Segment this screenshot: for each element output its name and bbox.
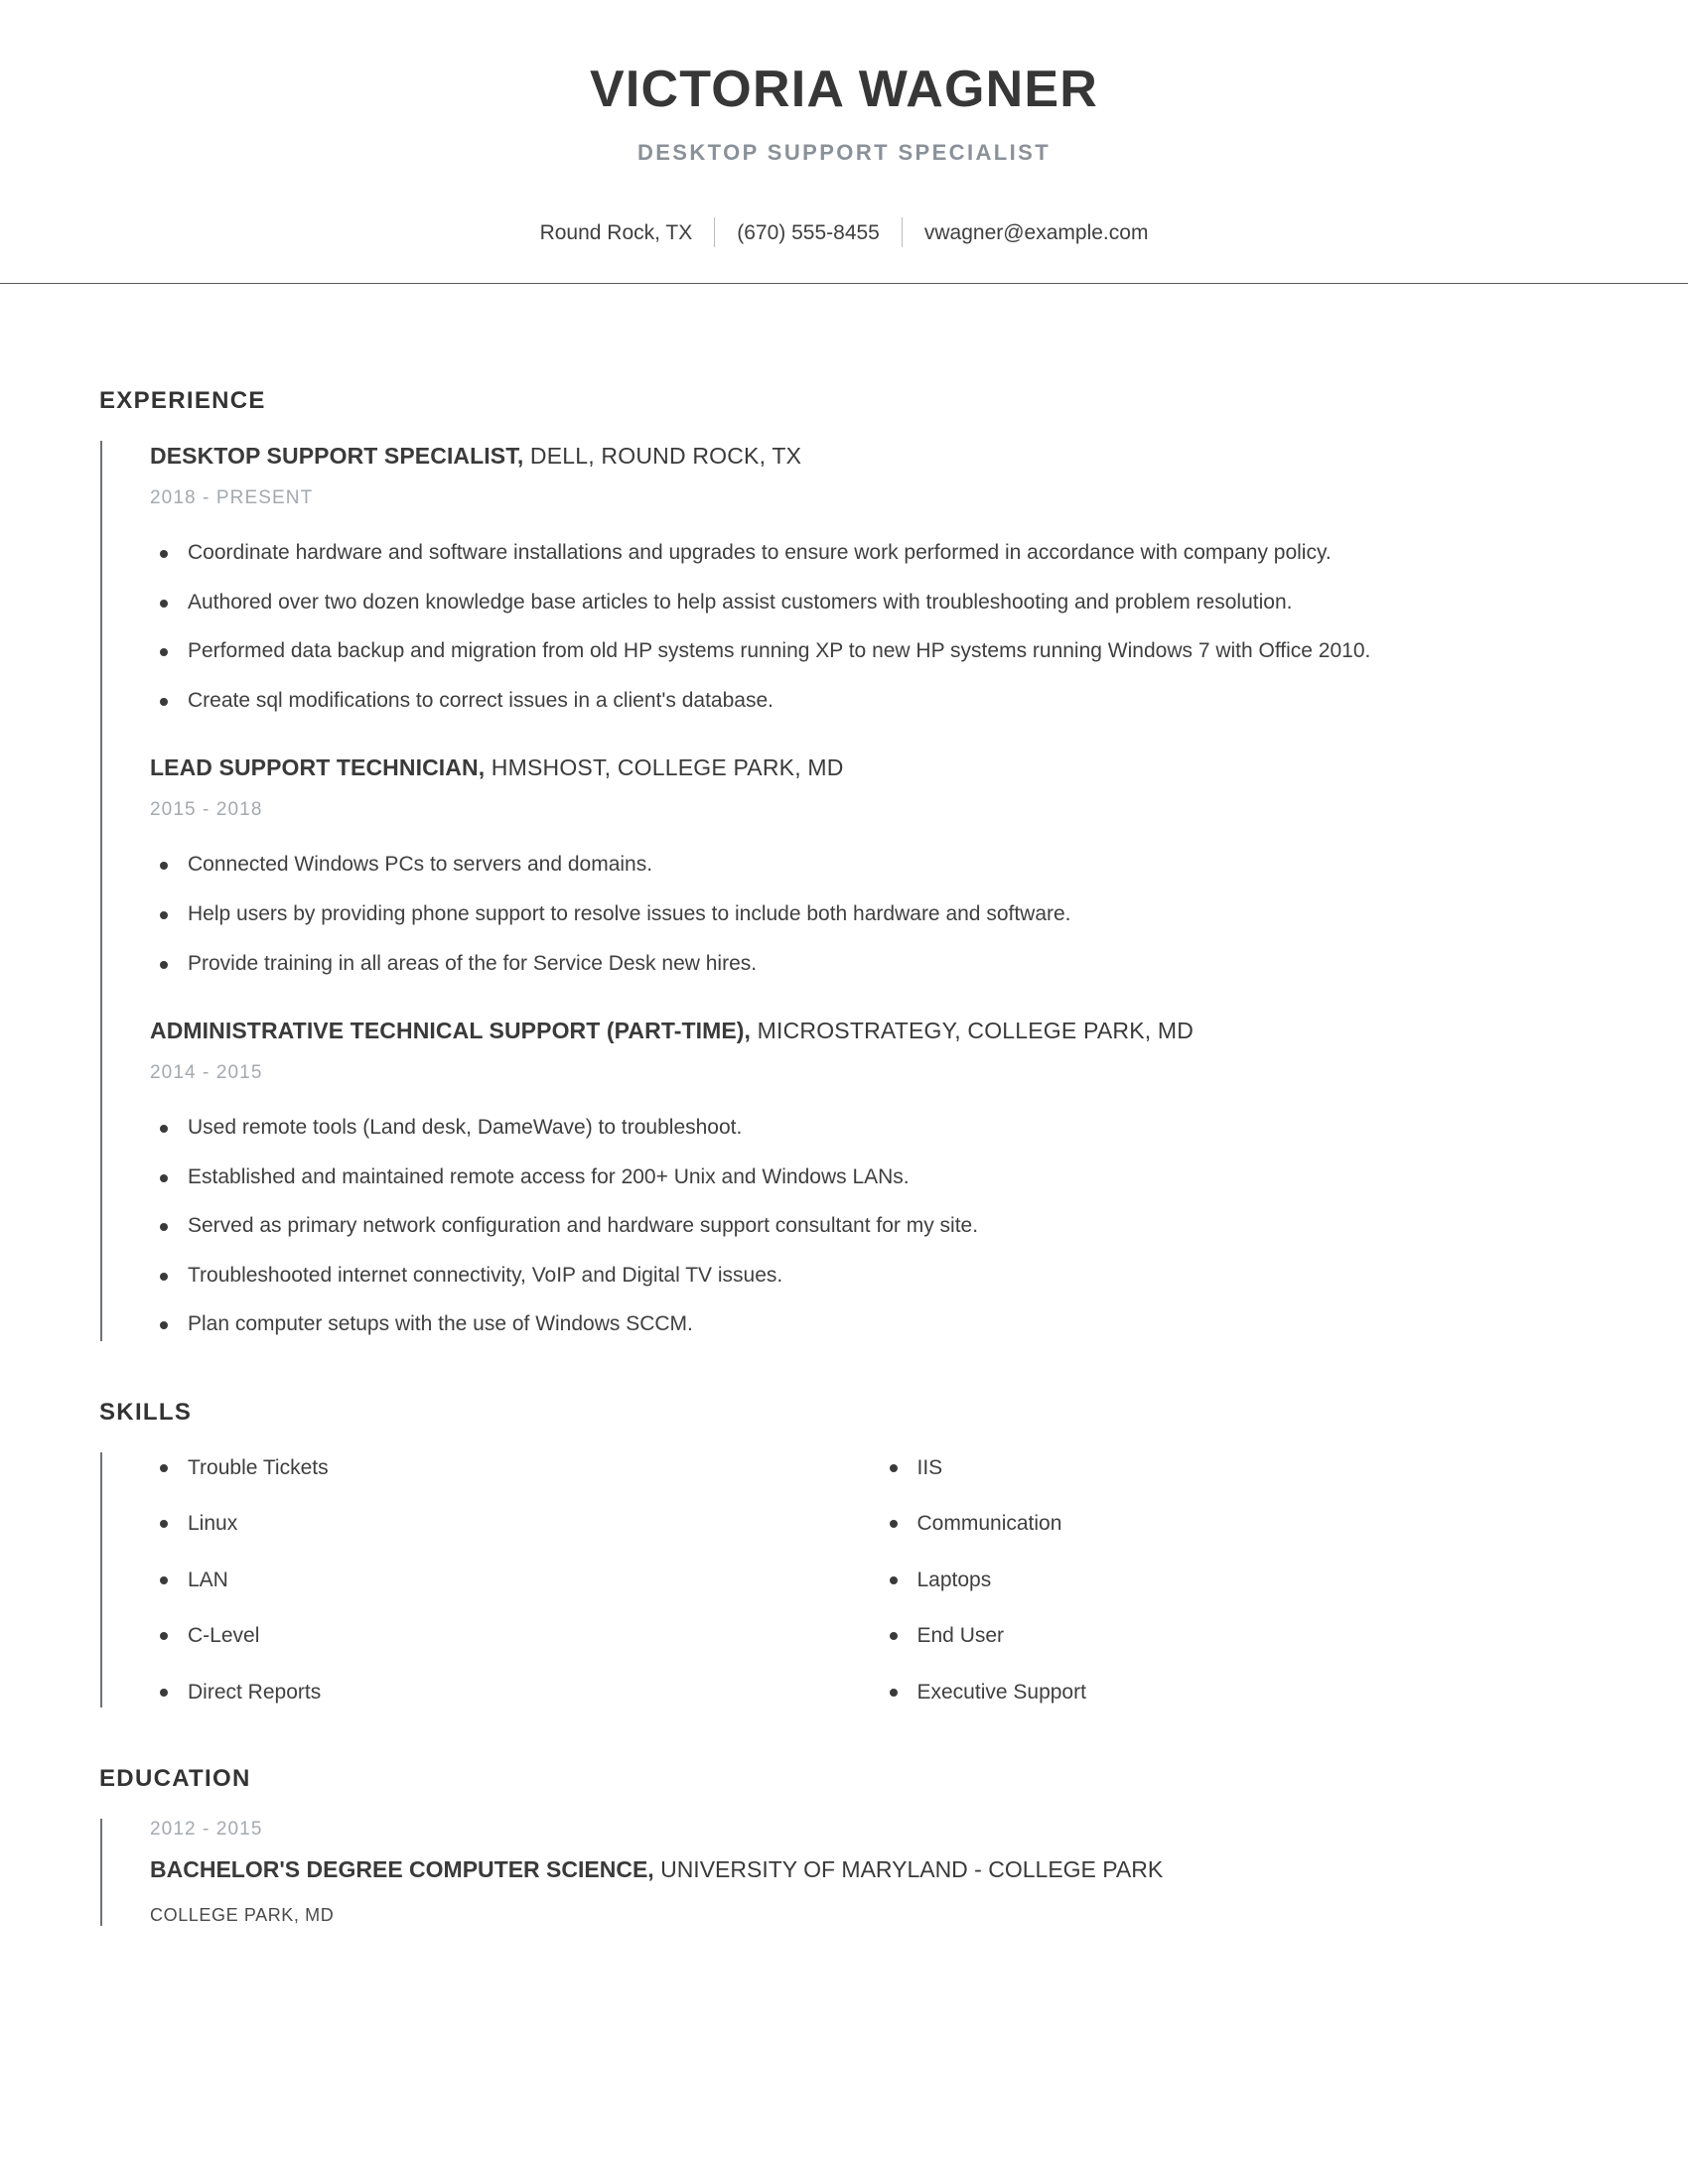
resume-header: VICTORIA WAGNER DESKTOP SUPPORT SPECIALI… [0, 0, 1688, 330]
experience-entry: LEAD SUPPORT TECHNICIAN, HMSHOST, COLLEG… [150, 752, 1589, 980]
list-item: Connected Windows PCs to servers and dom… [150, 849, 1589, 882]
experience-bullet-list: Connected Windows PCs to servers and dom… [150, 849, 1589, 980]
education-entry-heading: BACHELOR'S DEGREE COMPUTER SCIENCE, UNIV… [150, 1854, 1589, 1885]
section-title-experience: EXPERIENCE [99, 387, 266, 415]
experience-entry-heading: LEAD SUPPORT TECHNICIAN, HMSHOST, COLLEG… [150, 752, 1589, 783]
resume-content: EXPERIENCE DESKTOP SUPPORT SPECIALIST, D… [0, 387, 1688, 1995]
contact-phone: (670) 555-8455 [737, 220, 880, 244]
section-experience: EXPERIENCE DESKTOP SUPPORT SPECIALIST, D… [99, 387, 1589, 1341]
list-item: IIS [880, 1452, 1590, 1484]
education-entries: 2012 - 2015 BACHELOR'S DEGREE COMPUTER S… [100, 1819, 1589, 1927]
experience-dates: 2014 - 2015 [150, 1062, 263, 1084]
experience-organization: HMSHOST, COLLEGE PARK, MD [485, 754, 844, 781]
education-school: UNIVERSITY OF MARYLAND - COLLEGE PARK [653, 1856, 1164, 1883]
experience-entry: ADMINISTRATIVE TECHNICAL SUPPORT (PART-T… [150, 1016, 1589, 1341]
skills-column-right: IIS Communication Laptops End User Execu… [880, 1452, 1590, 1708]
list-item: Provide training in all areas of the for… [150, 948, 1589, 981]
education-degree: BACHELOR'S DEGREE COMPUTER SCIENCE, [150, 1856, 654, 1883]
list-item: Laptops [880, 1565, 1590, 1596]
list-item: Troubleshooted internet connectivity, Vo… [150, 1260, 1589, 1293]
experience-entry-heading: ADMINISTRATIVE TECHNICAL SUPPORT (PART-T… [150, 1016, 1589, 1046]
experience-organization: DELL, ROUND ROCK, TX [523, 443, 802, 470]
section-title-education: EDUCATION [99, 1765, 251, 1793]
list-item: Established and maintained remote access… [150, 1161, 1589, 1194]
experience-role: LEAD SUPPORT TECHNICIAN, [150, 754, 486, 781]
experience-entry: DESKTOP SUPPORT SPECIALIST, DELL, ROUND … [150, 441, 1589, 717]
list-item: Communication [880, 1508, 1590, 1540]
experience-bullet-list: Coordinate hardware and software install… [150, 537, 1589, 717]
experience-dates: 2015 - 2018 [150, 799, 263, 821]
list-item: Help users by providing phone support to… [150, 898, 1589, 931]
experience-entry-heading: DESKTOP SUPPORT SPECIALIST, DELL, ROUND … [150, 441, 1589, 472]
list-item: Performed data backup and migration from… [150, 635, 1589, 668]
education-entry: 2012 - 2015 BACHELOR'S DEGREE COMPUTER S… [150, 1819, 1589, 1926]
list-item: End User [880, 1620, 1590, 1652]
contact-location: Round Rock, TX [539, 220, 693, 244]
experience-organization: MICROSTRATEGY, COLLEGE PARK, MD [751, 1018, 1195, 1044]
skills-grid: Trouble Tickets Linux LAN C-Level Direct… [150, 1452, 1589, 1708]
contact-email: vwagner@example.com [923, 220, 1149, 244]
header-subtitle: DESKTOP SUPPORT SPECIALIST [636, 140, 1052, 166]
header-divider [0, 283, 1688, 285]
resume-page: VICTORIA WAGNER DESKTOP SUPPORT SPECIALI… [0, 0, 1688, 2184]
section-title-skills: SKILLS [99, 1398, 193, 1426]
list-item: Coordinate hardware and software install… [150, 537, 1589, 570]
experience-role: DESKTOP SUPPORT SPECIALIST, [150, 443, 524, 470]
experience-role: ADMINISTRATIVE TECHNICAL SUPPORT (PART-T… [150, 1018, 752, 1044]
experience-entries: DESKTOP SUPPORT SPECIALIST, DELL, ROUND … [100, 441, 1589, 1341]
list-item: LAN [150, 1565, 860, 1596]
experience-dates: 2018 - PRESENT [150, 487, 314, 509]
list-item: Trouble Tickets [150, 1452, 860, 1484]
list-item: Served as primary network configuration … [150, 1210, 1589, 1243]
list-item: Plan computer setups with the use of Win… [150, 1308, 1589, 1341]
list-item: C-Level [150, 1620, 860, 1652]
experience-bullet-list: Used remote tools (Land desk, DameWave) … [150, 1112, 1589, 1341]
list-item: Used remote tools (Land desk, DameWave) … [150, 1112, 1589, 1145]
list-item: Linux [150, 1508, 860, 1540]
contact-row: Round Rock, TX (670) 555-8455 vwagner@ex… [0, 217, 1688, 248]
section-education: EDUCATION 2012 - 2015 BACHELOR'S DEGREE … [99, 1765, 1589, 1995]
skills-body: Trouble Tickets Linux LAN C-Level Direct… [100, 1451, 1589, 1708]
page-title: VICTORIA WAGNER [589, 61, 1099, 118]
education-location: COLLEGE PARK, MD [150, 1905, 335, 1926]
list-item: Authored over two dozen knowledge base a… [150, 587, 1589, 619]
skills-column-left: Trouble Tickets Linux LAN C-Level Direct… [150, 1452, 860, 1708]
list-item: Executive Support [880, 1677, 1590, 1708]
section-skills: SKILLS Trouble Tickets Linux LAN C-Level… [99, 1399, 1589, 1708]
list-item: Direct Reports [150, 1677, 860, 1708]
list-item: Create sql modifications to correct issu… [150, 685, 1589, 718]
education-dates: 2012 - 2015 [150, 1819, 263, 1841]
